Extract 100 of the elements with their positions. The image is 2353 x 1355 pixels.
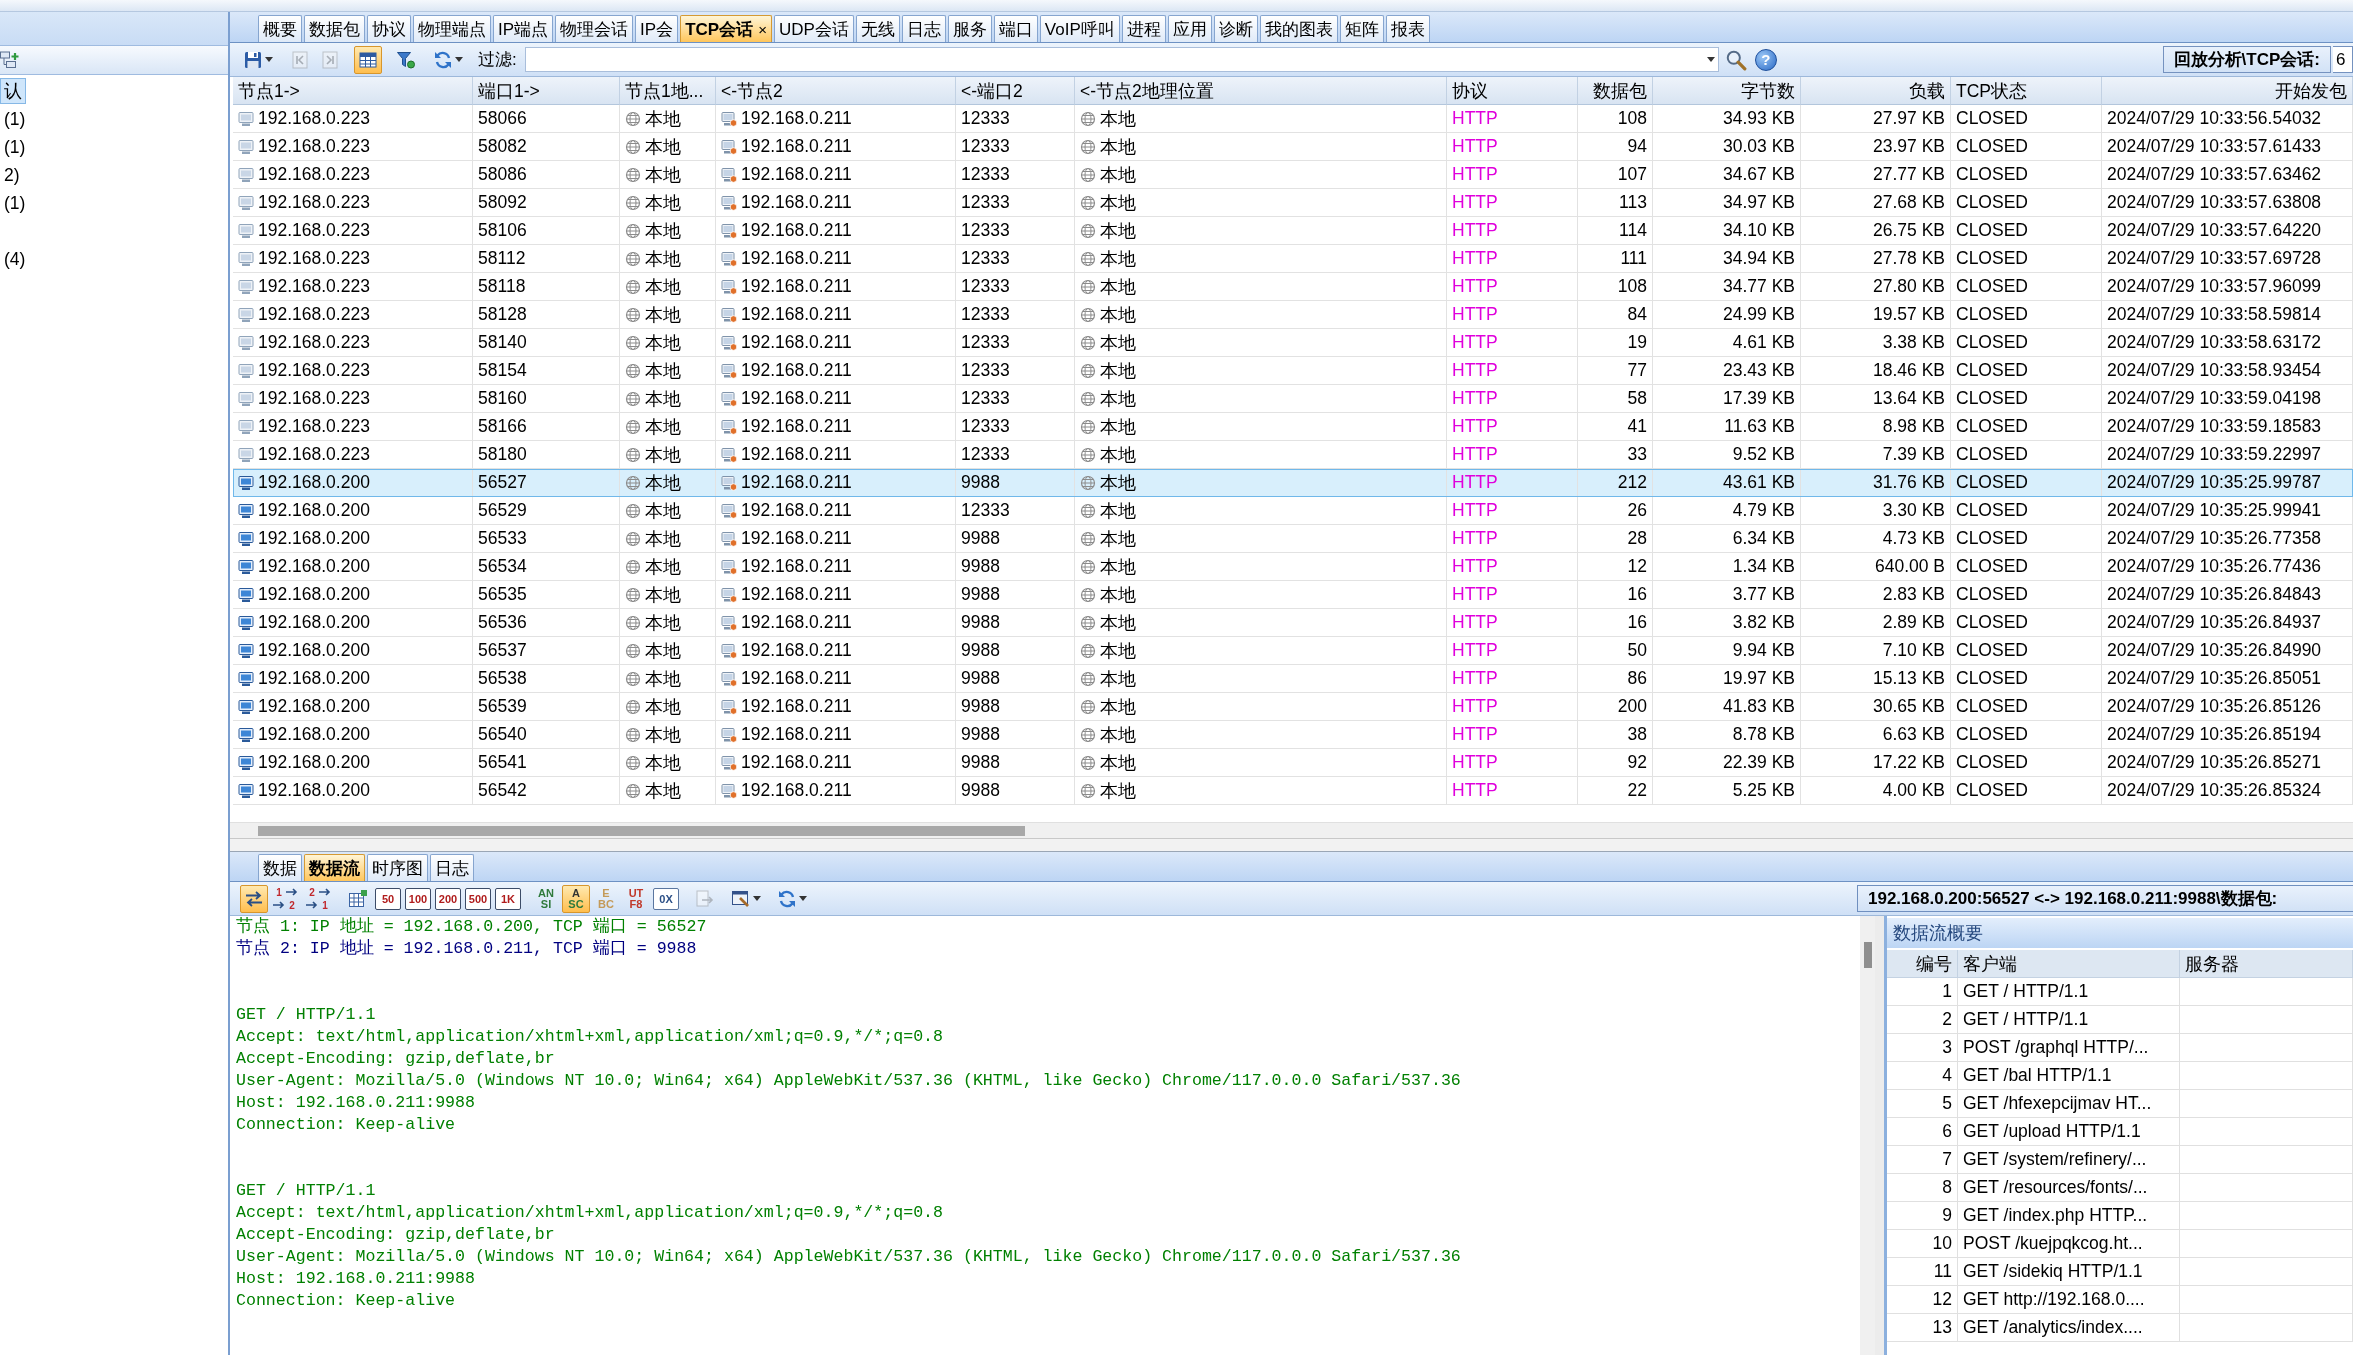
toolbar-button[interactable]: 100: [405, 887, 431, 910]
tab[interactable]: IP端点: [493, 15, 554, 42]
toolbar-button[interactable]: 1 2: [270, 884, 301, 913]
table-row[interactable]: 192.168.0.200 56533 本地 192.168.0.211 9988 本地 HTTP 28 6.34 KB 4.73 KB CLOSED 2024/07/29 10:35:26.77358: [233, 525, 2353, 553]
table-row[interactable]: 192.168.0.200 56537 本地 192.168.0.211 9988 本地 HTTP 50 9.94 KB 7.10 KB CLOSED 2024/07/29 10:35:26.84990: [233, 637, 2353, 665]
column-header[interactable]: 协议: [1447, 77, 1578, 105]
tab[interactable]: 协议: [367, 15, 411, 42]
tree-item[interactable]: (1): [0, 190, 30, 216]
tab[interactable]: 端口: [993, 15, 1038, 42]
scrollbar[interactable]: [230, 822, 2353, 838]
tab[interactable]: 物理端点: [413, 15, 491, 42]
toolbar-button[interactable]: 500: [465, 887, 491, 910]
table-row[interactable]: 192.168.0.200 56534 本地 192.168.0.211 9988 本地 HTTP 12 1.34 KB 640.00 B CLOSED 2024/07/29 10:35:26.77436: [233, 553, 2353, 581]
table-row[interactable]: 192.168.0.223 58128 本地 192.168.0.211 12333 本地 HTTP 84 24.99 KB 19.57 KB CLOSED 2024/07/29 10:33:58.59814: [233, 301, 2353, 329]
column-header[interactable]: 编号: [1887, 950, 1958, 978]
tab[interactable]: 时序图: [367, 854, 428, 881]
table-row[interactable]: 192.168.0.200 56527 本地 192.168.0.211 9988 本地 HTTP 212 43.61 KB 31.76 KB CLOSED 2024/07/29 10:35:25.99787: [233, 469, 2353, 497]
scrollbar-thumb[interactable]: [258, 825, 1025, 836]
table-cell: GET /hfexepcijmav HT...: [1958, 1090, 2180, 1118]
column-header[interactable]: <-端口2: [956, 77, 1075, 105]
table-row[interactable]: 192.168.0.223 58154 本地 192.168.0.211 12333 本地 HTTP 77 23.43 KB 18.46 KB CLOSED 2024/07/29 10:33:58.93454: [233, 357, 2353, 385]
tab[interactable]: 数据包: [304, 15, 365, 42]
tab[interactable]: 我的图表: [1259, 15, 1338, 42]
table-row[interactable]: 192.168.0.223 58160 本地 192.168.0.211 12333 本地 HTTP 58 17.39 KB 13.64 KB CLOSED 2024/07/29 10:33:59.04198: [233, 385, 2353, 413]
tab[interactable]: 日志: [430, 854, 474, 881]
table-row[interactable]: 192.168.0.200 56541 本地 192.168.0.211 9988 本地 HTTP 92 22.39 KB 17.22 KB CLOSED 2024/07/29 10:35:26.85271: [233, 749, 2353, 777]
column-header[interactable]: 节点1地...: [620, 77, 716, 105]
table-cell: HTTP: [1447, 385, 1578, 413]
toolbar-button[interactable]: 2 1: [303, 884, 334, 913]
toolbar-button[interactable]: UT F8: [622, 884, 650, 913]
table-row[interactable]: 192.168.0.200 56539 本地 192.168.0.211 9988 本地 HTTP 200 41.83 KB 30.65 KB CLOSED 2024/07/29 10:35:26.85126: [233, 693, 2353, 721]
table-row[interactable]: 192.168.0.223 58118 本地 192.168.0.211 12333 本地 HTTP 108 34.77 KB 27.80 KB CLOSED 2024/07/29 10:33:57.96099: [233, 273, 2353, 301]
globe-icon: [625, 586, 641, 603]
tab[interactable]: UDP会话: [773, 15, 854, 42]
column-header[interactable]: 服务器: [2180, 950, 2353, 978]
location-label: 本地: [645, 135, 681, 159]
tab[interactable]: 无线: [855, 15, 900, 42]
scrollbar-thumb[interactable]: [1863, 942, 1872, 968]
tab[interactable]: VoIP呼叫: [1039, 15, 1120, 42]
table-row[interactable]: 192.168.0.200 56529 本地 192.168.0.211 12333 本地 HTTP 26 4.79 KB 3.30 KB CLOSED 2024/07/29 10:35:25.99941: [233, 497, 2353, 525]
table-row[interactable]: 192.168.0.200 56535 本地 192.168.0.211 9988 本地 HTTP 16 3.77 KB 2.83 KB CLOSED 2024/07/29 10:35:26.84843: [233, 581, 2353, 609]
value-field[interactable]: 6: [2333, 46, 2353, 73]
tab[interactable]: 应用: [1167, 15, 1212, 42]
tree-item[interactable]: (1): [0, 134, 30, 160]
table-row[interactable]: 192.168.0.223 58140 本地 192.168.0.211 12333 本地 HTTP 19 4.61 KB 3.38 KB CLOSED 2024/07/29 10:33:58.63172: [233, 329, 2353, 357]
column-header[interactable]: <-节点2: [716, 77, 956, 105]
table-row[interactable]: 192.168.0.223 58092 本地 192.168.0.211 12333 本地 HTTP 113 34.97 KB 27.68 KB CLOSED 2024/07/29 10:33:57.63808: [233, 189, 2353, 217]
tab[interactable]: TCP会话 ×: [680, 15, 772, 42]
column-header[interactable]: 客户端: [1958, 950, 2180, 978]
tab[interactable]: 报表: [1385, 15, 1430, 42]
table-cell: 12333: [956, 413, 1075, 441]
tree-item[interactable]: (1): [0, 106, 30, 132]
tab[interactable]: 概要: [258, 15, 302, 42]
tab[interactable]: 诊断: [1213, 15, 1258, 42]
tree-item[interactable]: 认: [0, 78, 26, 104]
search-icon[interactable]: [1724, 48, 1747, 71]
tree-item[interactable]: (4): [0, 246, 30, 272]
table-row[interactable]: 192.168.0.223 58082 本地 192.168.0.211 12333 本地 HTTP 94 30.03 KB 23.97 KB CLOSED 2024/07/29 10:33:57.61433: [233, 133, 2353, 161]
column-header[interactable]: 负载: [1801, 77, 1951, 105]
column-header[interactable]: 开始发包: [2102, 77, 2353, 105]
tab[interactable]: 物理会话: [555, 15, 634, 42]
tree-item[interactable]: 2): [0, 162, 24, 188]
column-header[interactable]: 端口1->: [473, 77, 620, 105]
toolbar-button[interactable]: 0X: [653, 887, 679, 910]
column-header[interactable]: 节点1->: [233, 77, 473, 105]
column-header[interactable]: <-节点2地理位置: [1075, 77, 1447, 105]
toolbar-button[interactable]: 200: [435, 887, 461, 910]
toolbar-button[interactable]: [240, 884, 268, 913]
network-icon[interactable]: [0, 50, 20, 70]
table-row[interactable]: 192.168.0.223 58086 本地 192.168.0.211 12333 本地 HTTP 107 34.67 KB 27.77 KB CLOSED 2024/07/29 10:33:57.63462: [233, 161, 2353, 189]
scrollbar[interactable]: [1860, 916, 1875, 1355]
table-row[interactable]: 192.168.0.200 56536 本地 192.168.0.211 9988 本地 HTTP 16 3.82 KB 2.89 KB CLOSED 2024/07/29 10:35:26.84937: [233, 609, 2353, 637]
table-row[interactable]: 192.168.0.200 56542 本地 192.168.0.211 9988 本地 HTTP 22 5.25 KB 4.00 KB CLOSED 2024/07/29 10:35:26.85324: [233, 777, 2353, 805]
computer-icon: [721, 306, 737, 323]
table-cell: 15.13 KB: [1801, 665, 1951, 693]
tab[interactable]: 进程: [1121, 15, 1166, 42]
column-header[interactable]: TCP状态: [1951, 77, 2102, 105]
table-row[interactable]: 192.168.0.223 58166 本地 192.168.0.211 12333 本地 HTTP 41 11.63 KB 8.98 KB CLOSED 2024/07/29 10:33:59.18583: [233, 413, 2353, 441]
table-row[interactable]: 192.168.0.200 56538 本地 192.168.0.211 9988 本地 HTTP 86 19.97 KB 15.13 KB CLOSED 2024/07/29 10:35:26.85051: [233, 665, 2353, 693]
filter-field[interactable]: [524, 47, 1719, 72]
tab[interactable]: 数据: [258, 854, 302, 881]
table-row[interactable]: 192.168.0.223 58112 本地 192.168.0.211 12333 本地 HTTP 111 34.94 KB 27.78 KB CLOSED 2024/07/29 10:33:57.69728: [233, 245, 2353, 273]
column-header[interactable]: 数据包: [1578, 77, 1653, 105]
tab[interactable]: 服务: [947, 15, 992, 42]
table-row[interactable]: 192.168.0.223 58066 本地 192.168.0.211 12333 本地 HTTP 108 34.93 KB 27.97 KB CLOSED 2024/07/29 10:33:56.54032: [233, 105, 2353, 133]
toolbar-button[interactable]: 50: [375, 887, 401, 910]
splitter-bar[interactable]: [230, 838, 2353, 852]
table-row[interactable]: 192.168.0.223 58106 本地 192.168.0.211 12333 本地 HTTP 114 34.10 KB 26.75 KB CLOSED 2024/07/29 10:33:57.64220: [233, 217, 2353, 245]
close-button[interactable]: ×: [758, 20, 767, 38]
tab[interactable]: 数据流: [304, 854, 365, 881]
column-header[interactable]: 字节数: [1653, 77, 1801, 105]
table-row[interactable]: 192.168.0.200 56540 本地 192.168.0.211 9988 本地 HTTP 38 8.78 KB 6.63 KB CLOSED 2024/07/29 10:35:26.85194: [233, 721, 2353, 749]
table-cell: 92: [1578, 749, 1653, 777]
toolbar-button[interactable]: [354, 45, 382, 74]
tab[interactable]: 矩阵: [1339, 15, 1384, 42]
tab[interactable]: 日志: [901, 15, 946, 42]
tab[interactable]: IP会: [635, 15, 679, 42]
toolbar-button[interactable]: A SC: [562, 884, 590, 913]
toolbar-button[interactable]: AN SI: [532, 884, 560, 913]
toolbar-button[interactable]: 1K: [495, 887, 521, 910]
